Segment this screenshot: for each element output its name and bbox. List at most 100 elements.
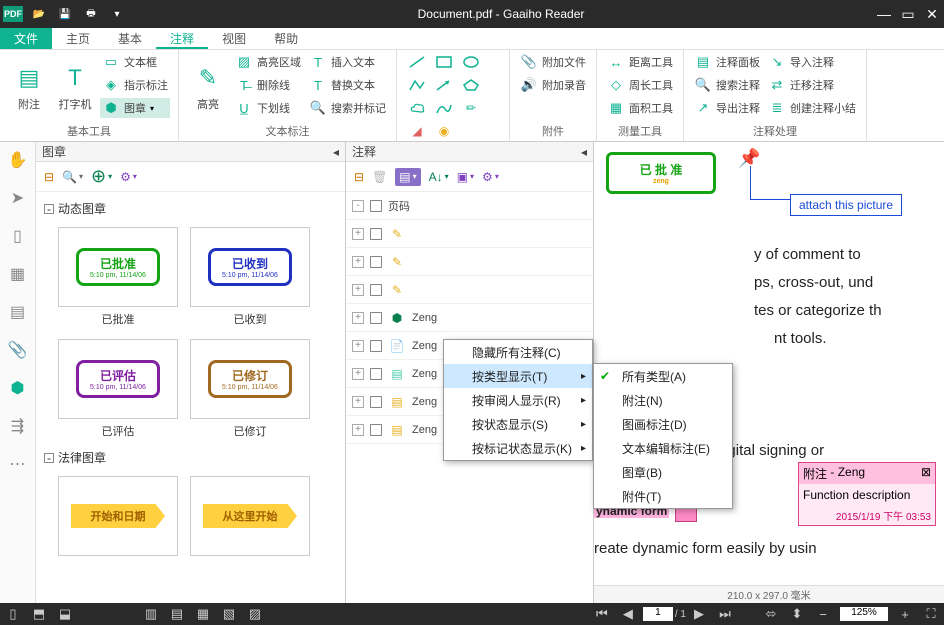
sb-icon[interactable]: ⬒ xyxy=(26,606,52,622)
stamp-item-已修订[interactable]: 已修订5:10 pm, 11/14/06 已修订 xyxy=(190,339,310,439)
attachment-icon[interactable]: 📎 xyxy=(6,338,30,362)
search-comment-button[interactable]: 🔍搜索注释 xyxy=(692,75,762,95)
collapse-icon[interactable]: ◂ xyxy=(581,145,587,159)
maximize-button[interactable]: ▭ xyxy=(896,6,920,23)
anno-settings-button[interactable]: ⚙▾ xyxy=(482,170,499,184)
sort-anno-button[interactable]: A↓▾ xyxy=(429,170,449,184)
hand-icon[interactable]: ✋ xyxy=(6,148,30,172)
annotation-row[interactable]: + ✎ xyxy=(346,248,593,276)
polyline-shape[interactable] xyxy=(406,76,428,94)
highlight-area-button[interactable]: ▨高亮区域 xyxy=(233,52,303,72)
submenu-item[interactable]: ✔所有类型(A) xyxy=(594,364,732,388)
add-stamp-button[interactable]: ⊕▾ xyxy=(91,166,112,187)
typewriter-button[interactable]: T打字机 xyxy=(54,52,96,122)
zoom-out-button[interactable]: − xyxy=(810,607,836,622)
filter2-button[interactable]: ▣▾ xyxy=(457,170,474,184)
comment-icon[interactable]: ▤ xyxy=(6,300,30,324)
collapse-anno-button[interactable]: ⊟ xyxy=(354,170,364,184)
collapse-all-button[interactable]: ⊟ xyxy=(44,170,54,184)
delete-anno-button[interactable]: 🗑 xyxy=(372,170,387,184)
underline-button[interactable]: U̲下划线 xyxy=(233,98,303,118)
sticky-note[interactable]: 附注 - Zeng⊠ Function description 2015/1/1… xyxy=(798,462,936,526)
textbox-button[interactable]: ▭文本框 xyxy=(100,52,170,72)
oval-shape[interactable] xyxy=(460,53,482,71)
sb-icon[interactable]: ▥ xyxy=(138,606,164,622)
arrow-shape[interactable] xyxy=(433,76,455,94)
export-comment-button[interactable]: ↗导出注释 xyxy=(692,98,762,118)
polygon-shape[interactable] xyxy=(460,76,482,94)
print-icon[interactable]: 🖶 xyxy=(81,6,101,22)
annotation-row[interactable]: + ✎ xyxy=(346,276,593,304)
stamp-button[interactable]: ⬢图章▾ xyxy=(100,98,170,118)
sb-icon[interactable]: ▯ xyxy=(0,606,26,622)
sb-icon[interactable]: ⬓ xyxy=(52,606,78,622)
replace-text-button[interactable]: T替换文本 xyxy=(307,75,388,95)
prev-page-button[interactable]: ◀ xyxy=(615,606,641,622)
open-icon[interactable]: 📂 xyxy=(29,6,49,22)
search-stamp-button[interactable]: 🔍▾ xyxy=(62,170,83,184)
tab-help[interactable]: 帮助 xyxy=(260,28,312,49)
collapse-icon[interactable]: ◂ xyxy=(333,145,339,159)
stamp-tool-icon[interactable]: ⬢ xyxy=(6,376,30,400)
attach-file-button[interactable]: 📎附加文件 xyxy=(518,52,588,72)
stamp-item-已评估[interactable]: 已评估5:10 pm, 11/14/06 已评估 xyxy=(58,339,178,439)
zoom-input[interactable]: 125% xyxy=(840,607,888,621)
dropdown-icon[interactable]: ▾ xyxy=(107,6,127,22)
area-tool-button[interactable]: ▦面积工具 xyxy=(605,98,675,118)
menu-item[interactable]: 按标记状态显示(K)▸ xyxy=(444,436,592,460)
menu-item[interactable]: 按状态显示(S)▸ xyxy=(444,412,592,436)
bookmark-icon[interactable]: ▯ xyxy=(6,224,30,248)
tab-home[interactable]: 主页 xyxy=(52,28,104,49)
category-dynamic[interactable]: -动态图章 xyxy=(44,200,337,217)
migrate-comment-button[interactable]: ⇄迁移注释 xyxy=(766,75,858,95)
insert-text-button[interactable]: T插入文本 xyxy=(307,52,388,72)
tab-annotate[interactable]: 注释 xyxy=(156,28,208,49)
annotation-row[interactable]: + ✎ xyxy=(346,220,593,248)
cloud-shape[interactable] xyxy=(406,99,428,117)
perimeter-tool-button[interactable]: ◇周长工具 xyxy=(605,75,675,95)
annotation-row[interactable]: + ⬢ Zeng xyxy=(346,304,593,332)
callout-annotation[interactable]: attach this picture xyxy=(790,194,902,216)
close-button[interactable]: ✕ xyxy=(920,6,944,23)
fit-width-icon[interactable]: ⬄ xyxy=(758,606,784,622)
submenu-item[interactable]: 图画标注(D) xyxy=(594,412,732,436)
stamp-item-开始和日期[interactable]: 开始和日期 xyxy=(58,476,178,556)
stamp-settings-button[interactable]: ⚙▾ xyxy=(120,170,137,184)
more-icon[interactable]: ⋯ xyxy=(6,452,30,476)
rect-shape[interactable] xyxy=(433,53,455,71)
eraser-shape[interactable]: ◢ xyxy=(406,122,428,140)
attach-audio-button[interactable]: 🔊附加录音 xyxy=(518,75,588,95)
menu-item[interactable]: 按审阅人显示(R)▸ xyxy=(444,388,592,412)
summary-comment-button[interactable]: ≣创建注释小结 xyxy=(766,98,858,118)
tab-file[interactable]: 文件 xyxy=(0,28,52,49)
close-icon[interactable]: ⊠ xyxy=(921,465,931,482)
stamp-item-已收到[interactable]: 已收到5:10 pm, 11/14/06 已收到 xyxy=(190,227,310,327)
highlight-button[interactable]: ✎高亮 xyxy=(187,52,229,122)
fullscreen-button[interactable]: ⛶ xyxy=(918,606,944,622)
fit-page-icon[interactable]: ⬍ xyxy=(784,606,810,622)
approved-stamp[interactable]: 已 批 准zeng xyxy=(606,152,716,194)
callout-button[interactable]: ◈指示标注 xyxy=(100,75,170,95)
save-icon[interactable]: 💾 xyxy=(55,6,75,22)
page-input[interactable]: 1 xyxy=(643,607,673,621)
thumbnails-icon[interactable]: ▦ xyxy=(6,262,30,286)
submenu-item[interactable]: 图章(B) xyxy=(594,460,732,484)
menu-item[interactable]: 隐藏所有注释(C) xyxy=(444,340,592,364)
submenu-item[interactable]: 附注(N) xyxy=(594,388,732,412)
line-shape[interactable] xyxy=(406,53,428,71)
page-header-row[interactable]: -页码 xyxy=(346,192,593,220)
sb-icon[interactable]: ▨ xyxy=(242,606,268,622)
next-page-button[interactable]: ▶ xyxy=(686,606,712,622)
category-legal[interactable]: -法律图章 xyxy=(44,449,337,466)
minimize-button[interactable]: — xyxy=(872,6,896,22)
submenu-item[interactable]: 附件(T) xyxy=(594,484,732,508)
sb-icon[interactable]: ▦ xyxy=(190,606,216,622)
last-page-button[interactable]: ⏭ xyxy=(712,606,738,622)
comment-panel-button[interactable]: ▤注释面板 xyxy=(692,52,762,72)
import-comment-button[interactable]: ↘导入注释 xyxy=(766,52,858,72)
submenu-item[interactable]: 文本编辑标注(E) xyxy=(594,436,732,460)
arrow-icon[interactable]: ➤ xyxy=(6,186,30,210)
sb-icon[interactable]: ▧ xyxy=(216,606,242,622)
filter-anno-button[interactable]: ▤▾ xyxy=(395,168,420,186)
note-button[interactable]: ▤附注 xyxy=(8,52,50,122)
